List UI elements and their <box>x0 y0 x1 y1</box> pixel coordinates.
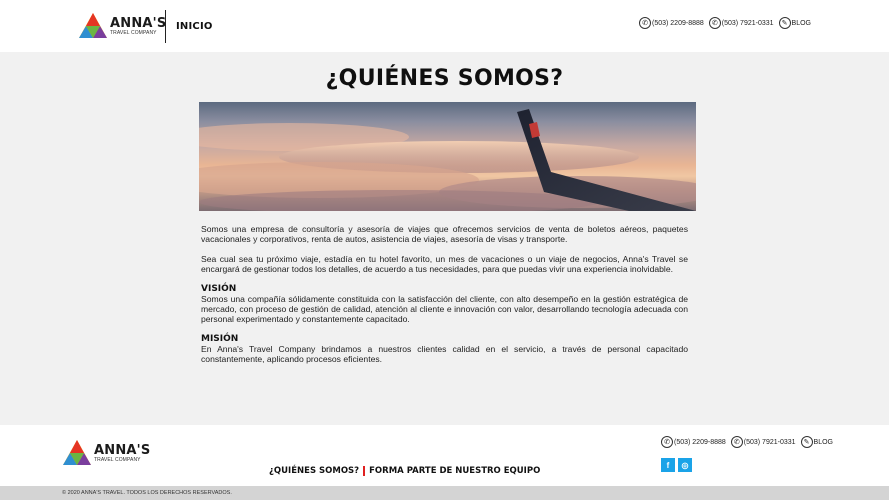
brand-name: ANNA'S <box>110 15 167 31</box>
site-header: ANNA'S TRAVEL COMPANY INICIO ✆ (503) 220… <box>0 0 889 52</box>
header-blog-text: BLOG <box>791 19 811 27</box>
copyright-text: © 2020 ANNA'S TRAVEL. TODOS LOS DERECHOS… <box>0 486 889 500</box>
footer-brand-subtitle: TRAVEL COMPANY <box>94 456 141 463</box>
instagram-icon[interactable]: ◎ <box>678 458 692 472</box>
header-contacts: ✆ (503) 2209-8888 ✆ (503) 7921-0331 ✎ BL… <box>639 17 811 29</box>
nav-inicio-link[interactable]: INICIO <box>176 21 213 32</box>
brand-subtitle: TRAVEL COMPANY <box>110 29 157 36</box>
footer-link-forma-parte[interactable]: FORMA PARTE DE NUESTRO EQUIPO <box>369 466 540 476</box>
footer-brand-logo[interactable]: ANNA'S TRAVEL COMPANY <box>62 439 150 467</box>
blog-icon: ✎ <box>778 17 791 29</box>
footer-blog-link[interactable]: ✎ BLOG <box>800 436 833 448</box>
page-title: ¿QUIÉNES SOMOS? <box>325 66 564 91</box>
footer-brand-name: ANNA'S <box>94 442 151 458</box>
header-phone-link[interactable]: ✆ (503) 2209-8888 <box>639 17 704 29</box>
vision-heading: VISIÓN <box>201 284 237 294</box>
footer-nav: ¿QUIÉNES SOMOS? FORMA PARTE DE NUESTRO E… <box>269 466 540 476</box>
header-divider <box>165 10 166 43</box>
footer-whatsapp-link[interactable]: ✆ (503) 7921-0331 <box>730 436 796 448</box>
brand-logo[interactable]: ANNA'S TRAVEL COMPANY <box>78 12 166 40</box>
header-blog-link[interactable]: ✎ BLOG <box>778 17 811 29</box>
intro-paragraph-1: Somos una empresa de consultoría y aseso… <box>201 224 688 244</box>
about-content: Somos una empresa de consultoría y aseso… <box>201 224 688 374</box>
header-phone-text: (503) 2209-8888 <box>652 19 704 27</box>
footer-link-separator <box>363 466 366 476</box>
facebook-icon[interactable]: f <box>661 458 675 472</box>
vision-text: Somos una compañía sólidamente constitui… <box>201 294 688 324</box>
mision-heading: MISIÓN <box>201 334 239 344</box>
header-whatsapp-text: (503) 7921-0331 <box>721 19 774 27</box>
whatsapp-icon: ✆ <box>730 436 743 448</box>
header-whatsapp-link[interactable]: ✆ (503) 7921-0331 <box>708 17 774 29</box>
mision-text: En Anna's Travel Company brindamos a nue… <box>201 344 688 364</box>
phone-icon: ✆ <box>661 436 673 448</box>
footer-phone-link[interactable]: ✆ (503) 2209-8888 <box>661 436 726 448</box>
blog-icon: ✎ <box>800 436 813 448</box>
footer-link-quienes-somos[interactable]: ¿QUIÉNES SOMOS? <box>269 466 359 476</box>
footer-whatsapp-text: (503) 7921-0331 <box>743 438 796 446</box>
social-links: f ◎ <box>661 458 692 472</box>
footer-contacts: ✆ (503) 2209-8888 ✆ (503) 7921-0331 ✎ BL… <box>661 436 833 448</box>
whatsapp-icon: ✆ <box>708 17 721 29</box>
logo-triangle-icon <box>62 439 92 467</box>
footer-blog-text: BLOG <box>813 438 833 446</box>
site-footer: ANNA'S TRAVEL COMPANY ¿QUIÉNES SOMOS? FO… <box>0 425 889 486</box>
hero-airplane-wing-image <box>199 102 696 211</box>
intro-paragraph-2: Sea cual sea tu próximo viaje, estadía e… <box>201 254 688 274</box>
logo-triangle-icon <box>78 12 108 40</box>
footer-phone-text: (503) 2209-8888 <box>674 438 726 446</box>
phone-icon: ✆ <box>639 17 651 29</box>
